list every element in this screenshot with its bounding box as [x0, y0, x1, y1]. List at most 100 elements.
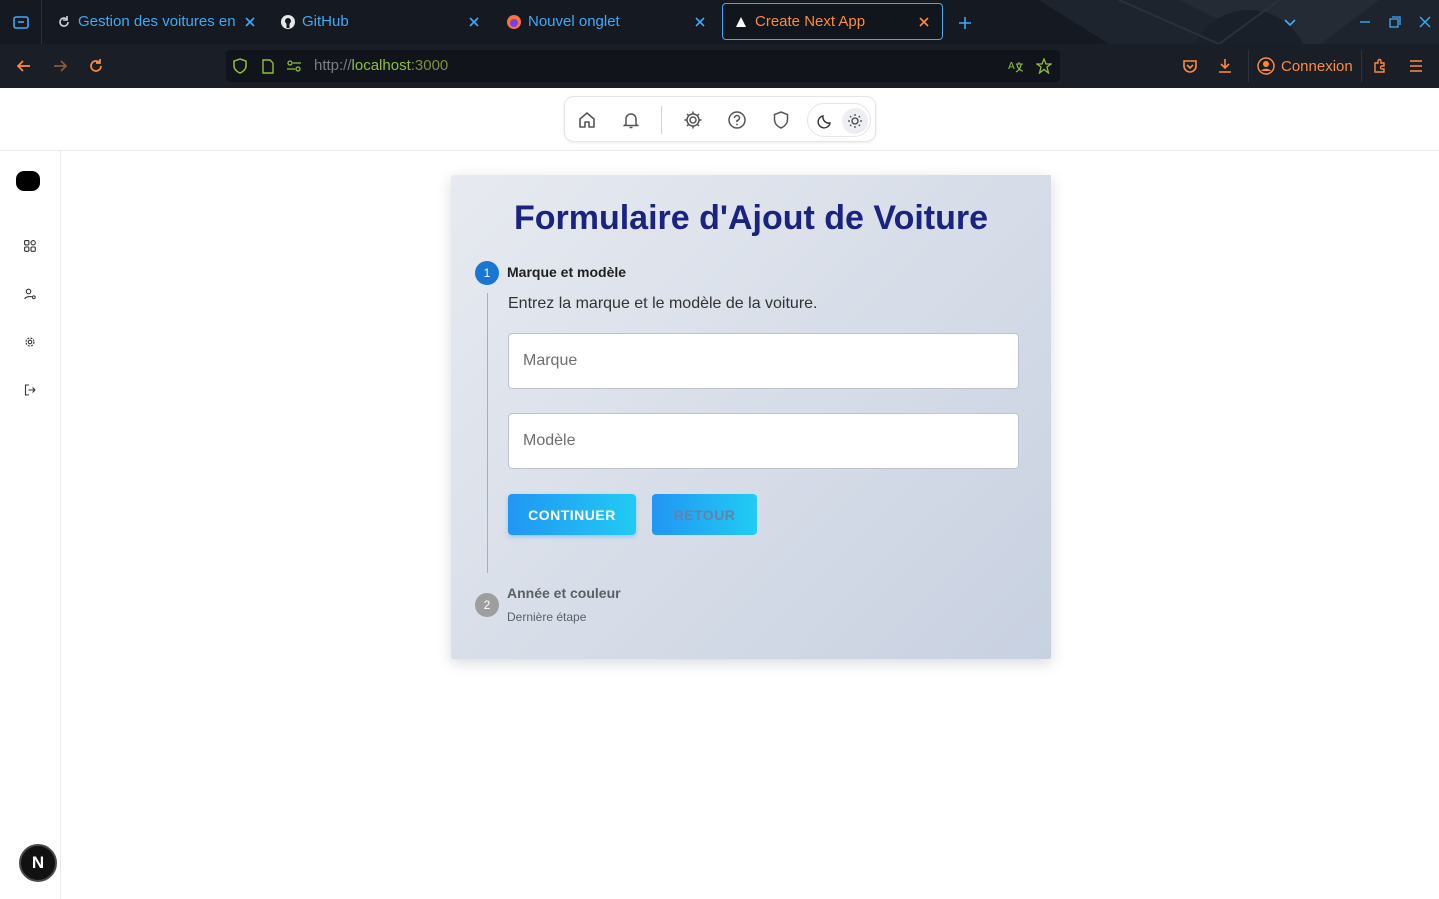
reload-button[interactable] — [84, 54, 108, 78]
light-mode-button[interactable] — [842, 108, 868, 134]
step-1-title: Marque et modèle — [507, 264, 627, 280]
moon-icon — [817, 115, 831, 129]
toolbar-separator — [661, 106, 662, 134]
back-button[interactable]: RETOUR — [652, 494, 757, 535]
url-bar[interactable]: http://localhost:3000 A — [226, 50, 1060, 82]
sidebar-item-logout[interactable] — [22, 382, 38, 398]
forward-button[interactable] — [48, 54, 72, 78]
settings-button[interactable] — [681, 108, 705, 132]
pocket-button[interactable] — [1178, 54, 1202, 78]
close-icon[interactable] — [466, 14, 482, 30]
browser-navbar: http://localhost:3000 A Connexion — [0, 44, 1439, 88]
security-button[interactable] — [769, 108, 793, 132]
step-1-indicator: 1 — [475, 261, 499, 285]
new-tab-button[interactable] — [954, 12, 976, 34]
plus-icon — [959, 17, 971, 29]
shield-icon[interactable] — [232, 58, 248, 74]
tab-list-button[interactable] — [0, 0, 42, 44]
gear-icon — [684, 111, 702, 129]
url-text[interactable]: http://localhost:3000 — [314, 57, 448, 74]
marque-input[interactable] — [508, 333, 1019, 389]
account-connexion-button[interactable]: Connexion — [1248, 50, 1362, 82]
notifications-button[interactable] — [619, 108, 643, 132]
shield-icon — [773, 111, 789, 129]
modele-input[interactable] — [508, 413, 1019, 469]
close-icon — [1419, 16, 1431, 28]
svg-text:A: A — [1008, 61, 1015, 72]
sidebar: N — [0, 151, 61, 899]
theme-toggle[interactable] — [807, 103, 871, 137]
header-divider — [0, 150, 1439, 151]
translate-icon[interactable]: A — [1008, 58, 1024, 74]
avatar[interactable]: N — [19, 844, 57, 882]
car-form-card: Formulaire d'Ajout de Voiture 1 Marque e… — [451, 175, 1051, 659]
step-connector — [487, 293, 488, 573]
close-icon[interactable] — [916, 14, 932, 30]
bell-icon — [622, 113, 640, 129]
step-1-description: Entrez la marque et le modèle de la voit… — [508, 295, 818, 312]
reload-icon — [90, 59, 102, 72]
arrow-right-icon — [54, 60, 68, 72]
help-icon — [728, 111, 746, 129]
url-scheme: http:// — [314, 57, 352, 74]
chevron-down-icon — [1284, 19, 1296, 27]
tab-nouvel-onglet[interactable]: Nouvel onglet — [496, 3, 718, 40]
tab-github[interactable]: GitHub — [270, 3, 492, 40]
home-icon — [579, 112, 595, 128]
dashboard-icon — [24, 240, 36, 252]
top-toolbar — [564, 96, 876, 142]
sidebar-item-dashboard[interactable] — [22, 238, 38, 254]
browser-titlebar: Gestion des voitures en GitHub Nouvel on… — [0, 0, 1439, 44]
hamburger-icon — [1410, 60, 1422, 72]
tab-overflow-button[interactable] — [1280, 12, 1300, 32]
downloads-button[interactable] — [1213, 54, 1237, 78]
form-title: Formulaire d'Ajout de Voiture — [513, 199, 989, 237]
sidebar-item-settings[interactable] — [22, 334, 38, 350]
close-icon[interactable] — [242, 14, 258, 30]
extensions-button[interactable] — [1368, 54, 1392, 78]
home-button[interactable] — [575, 108, 599, 132]
step-2-subtitle: Dernière étape — [507, 610, 587, 624]
arrow-left-icon — [16, 60, 30, 72]
back-button[interactable] — [12, 54, 36, 78]
step-2-indicator: 2 — [475, 593, 499, 617]
restore-button[interactable] — [1385, 12, 1405, 32]
puzzle-icon — [1374, 58, 1385, 73]
nextjs-triangle-icon — [733, 14, 749, 30]
refresh-icon — [56, 14, 72, 30]
tab-label: GitHub — [302, 13, 349, 30]
logout-icon — [24, 384, 36, 396]
tab-create-next-app[interactable]: Create Next App — [722, 3, 943, 40]
close-window-button[interactable] — [1415, 12, 1435, 32]
app-logo[interactable] — [16, 171, 40, 191]
pocket-icon — [1183, 60, 1197, 73]
menu-button[interactable] — [1404, 54, 1428, 78]
page-content: N Formulaire d'Ajout de Voiture 1 Marque… — [0, 88, 1439, 899]
page-icon[interactable] — [260, 58, 276, 74]
settings-icon — [25, 337, 35, 347]
step-2-title: Année et couleur — [507, 585, 621, 601]
continue-button[interactable]: CONTINUER — [508, 494, 636, 535]
dark-mode-button[interactable] — [812, 108, 838, 134]
tab-label: Gestion des voitures en — [78, 13, 236, 30]
sun-icon — [848, 114, 862, 128]
minimize-button[interactable] — [1355, 12, 1375, 32]
minimize-icon — [1360, 21, 1370, 23]
firefox-icon — [506, 14, 522, 30]
tab-label: Nouvel onglet — [528, 13, 620, 30]
restore-icon — [1389, 16, 1401, 28]
connexion-label: Connexion — [1281, 57, 1353, 75]
tab-label: Create Next App — [755, 13, 866, 30]
help-button[interactable] — [725, 108, 749, 132]
user-settings-icon — [24, 288, 36, 300]
bookmark-star-icon[interactable] — [1036, 58, 1052, 74]
github-icon — [280, 14, 296, 30]
account-icon — [1257, 57, 1275, 75]
tab-gestion-voitures[interactable]: Gestion des voitures en — [46, 3, 268, 40]
close-icon[interactable] — [692, 14, 708, 30]
permissions-icon[interactable] — [286, 58, 302, 74]
sidebar-item-users[interactable] — [22, 286, 38, 302]
download-icon — [1219, 59, 1231, 73]
url-host: localhost — [351, 57, 411, 74]
url-port: :3000 — [410, 57, 449, 74]
